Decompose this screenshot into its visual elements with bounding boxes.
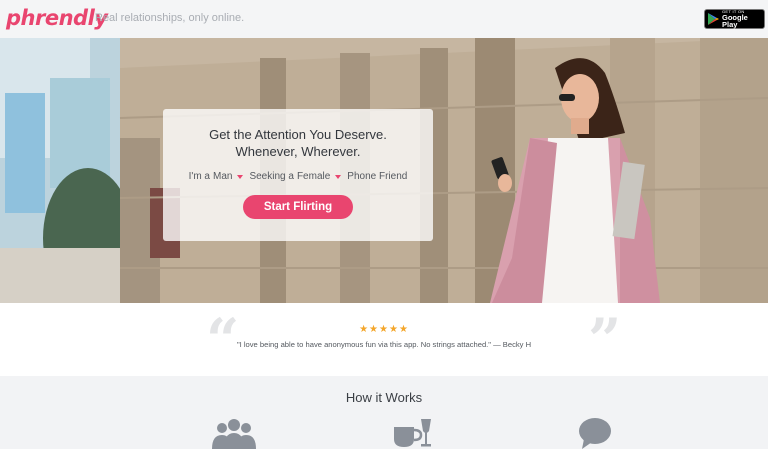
how-it-works-section: How it Works (0, 376, 768, 449)
people-icon (212, 417, 256, 449)
drinks-icon (392, 417, 434, 449)
seeking-label: Seeking a (249, 171, 294, 182)
seeking-select[interactable]: Female (297, 171, 330, 182)
site-header: phrendly Real relationships, only online… (0, 0, 768, 38)
hero-section: Get the Attention You Deserve. Whenever,… (0, 38, 768, 303)
friend-type-select[interactable]: Phone Friend (347, 171, 407, 182)
how-it-works-title: How it Works (345, 390, 423, 405)
im-a-label: I'm a (188, 171, 210, 182)
hero-title-line2: Whenever, Wherever. (235, 144, 361, 159)
hero-title-line1: Get the Attention You Deserve. (209, 127, 387, 142)
chat-icon (578, 417, 612, 449)
hero-card: Get the Attention You Deserve. Whenever,… (163, 109, 433, 241)
match-selector: I'm a Man Seeking a Female Phone Friend (163, 171, 433, 182)
google-play-badge[interactable]: GET IT ON Google Play (704, 9, 765, 29)
phrendly-logo[interactable]: phrendly (6, 6, 108, 30)
badge-big-text: Google Play (722, 12, 748, 29)
chevron-down-icon[interactable] (335, 174, 342, 179)
testimonial-section: “ ” ★★★★★ "I love being able to have ano… (0, 303, 768, 376)
chevron-down-icon[interactable] (237, 174, 244, 179)
testimonial-quote: "I love being able to have anonymous fun… (236, 340, 532, 349)
gender-select[interactable]: Man (213, 171, 232, 182)
star-rating: ★★★★★ (359, 324, 409, 335)
start-flirting-button[interactable]: Start Flirting (243, 195, 353, 219)
hero-title: Get the Attention You Deserve. Whenever,… (163, 126, 433, 160)
tagline: Real relationships, only online. (95, 12, 245, 24)
google-play-icon (708, 13, 719, 25)
